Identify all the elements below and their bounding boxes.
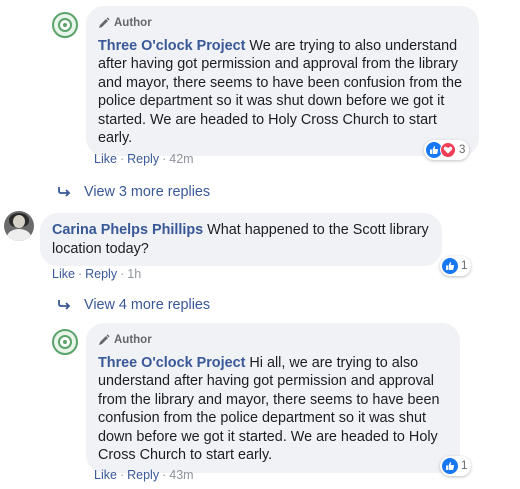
- reply-link[interactable]: Reply: [127, 152, 159, 166]
- comment-actions: Like · Reply · 42m: [94, 152, 194, 166]
- like-link[interactable]: Like: [94, 468, 117, 482]
- comment-time[interactable]: 1h: [127, 267, 141, 281]
- like-link[interactable]: Like: [52, 267, 75, 281]
- author-badge-label: Author: [114, 17, 152, 29]
- comment-bubble: Author Three O'clock Project Hi all, we …: [86, 323, 460, 473]
- comment-actions: Like · Reply · 1h: [52, 267, 142, 281]
- user-avatar[interactable]: [4, 211, 34, 241]
- like-icon: [442, 458, 458, 474]
- author-badge: Author: [98, 331, 448, 350]
- author-badge-label: Author: [114, 334, 152, 346]
- reply-arrow-icon: [58, 186, 72, 198]
- reaction-count: 1: [461, 260, 468, 272]
- comment-time[interactable]: 42m: [169, 152, 193, 166]
- comment-author-name[interactable]: Three O'clock Project: [98, 38, 245, 54]
- reply-link[interactable]: Reply: [127, 468, 159, 482]
- reaction-count: 3: [459, 144, 466, 156]
- reaction-summary[interactable]: 3: [424, 140, 470, 160]
- love-icon: [440, 142, 456, 158]
- reply-link[interactable]: Reply: [85, 267, 117, 281]
- comment-author-name[interactable]: Three O'clock Project: [98, 355, 245, 371]
- like-link[interactable]: Like: [94, 152, 117, 166]
- comment-bubble: Author Three O'clock Project We are tryi…: [86, 6, 479, 156]
- pencil-icon: [98, 334, 110, 346]
- comment-actions: Like · Reply · 43m: [94, 468, 194, 482]
- page-avatar[interactable]: [52, 12, 78, 38]
- comment-author-name[interactable]: Carina Phelps Phillips: [52, 222, 203, 238]
- page-avatar[interactable]: [52, 329, 78, 355]
- view-more-replies-link[interactable]: View 4 more replies: [58, 297, 210, 313]
- reaction-summary[interactable]: 1: [440, 456, 472, 476]
- reply-arrow-icon: [58, 299, 72, 311]
- pencil-icon: [98, 17, 110, 29]
- reaction-summary[interactable]: 1: [440, 256, 472, 276]
- view-more-replies-label[interactable]: View 4 more replies: [84, 297, 210, 313]
- comment-time[interactable]: 43m: [169, 468, 193, 482]
- view-more-replies-label[interactable]: View 3 more replies: [84, 184, 210, 200]
- author-badge: Author: [98, 14, 467, 33]
- view-more-replies-link[interactable]: View 3 more replies: [58, 184, 210, 200]
- reaction-count: 1: [461, 460, 468, 472]
- like-icon: [442, 258, 458, 274]
- comment-bubble: Carina Phelps Phillips What happened to …: [40, 213, 442, 266]
